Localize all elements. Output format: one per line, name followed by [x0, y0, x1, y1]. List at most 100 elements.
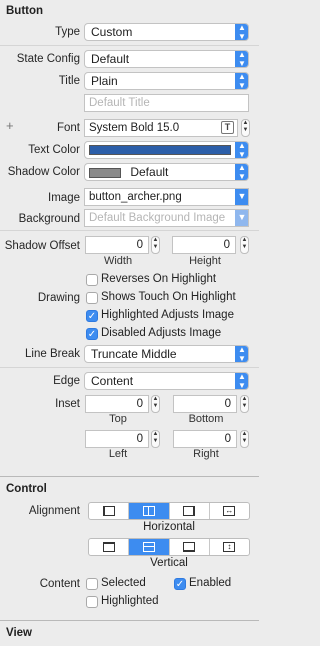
- content-label: Content: [39, 578, 80, 590]
- align-left-icon: [102, 506, 115, 516]
- vertical-alignment-control[interactable]: ↕: [88, 538, 250, 556]
- align-left-segment[interactable]: [89, 503, 130, 519]
- inset-right-stepper[interactable]: ▲ ▼: [240, 430, 249, 448]
- highlighted-label: Highlighted: [101, 595, 159, 607]
- popup-arrows-icon: ▲ ▼: [235, 51, 248, 67]
- shadow-color-value: Default: [130, 165, 169, 179]
- reverses-on-highlight-checkbox[interactable]: [86, 274, 98, 286]
- font-picker-icon[interactable]: T: [221, 121, 234, 134]
- popup-arrows-icon: ▲ ▼: [235, 142, 248, 158]
- inset-bottom-field[interactable]: 0: [173, 395, 237, 413]
- background-combo[interactable]: Default Background Image ▼: [84, 209, 249, 227]
- width-sublabel: Width: [103, 255, 133, 267]
- selected-checkbox[interactable]: [86, 578, 98, 590]
- text-color-label: Text Color: [28, 144, 80, 156]
- inset-left-stepper[interactable]: ▲ ▼: [151, 430, 160, 448]
- reverses-on-highlight-label: Reverses On Highlight: [101, 273, 217, 285]
- shadow-offset-height-stepper[interactable]: ▲ ▼: [240, 236, 249, 254]
- line-break-value: Truncate Middle: [91, 347, 177, 361]
- title-type-popup[interactable]: Plain ▲ ▼: [84, 72, 249, 90]
- horizontal-label: Horizontal: [143, 521, 195, 533]
- align-center-icon: [142, 506, 155, 516]
- align-middle-icon: [142, 542, 155, 552]
- state-config-value: Default: [91, 52, 130, 66]
- chevron-down-icon[interactable]: ▼: [235, 210, 248, 226]
- popup-arrows-icon: ▲ ▼: [235, 73, 248, 89]
- type-popup[interactable]: Custom ▲ ▼: [84, 23, 249, 41]
- align-bottom-icon: [183, 542, 196, 552]
- drawing-label: Drawing: [37, 292, 80, 304]
- font-label: Font: [56, 122, 80, 134]
- inset-left-field[interactable]: 0: [85, 430, 149, 448]
- separator: [0, 367, 259, 368]
- title-type-value: Plain: [91, 74, 118, 88]
- image-value: button_archer.png: [89, 191, 182, 203]
- align-fill-vertical-segment[interactable]: ↕: [210, 539, 249, 555]
- font-field[interactable]: System Bold 15.0 T: [84, 119, 238, 137]
- shows-touch-label: Shows Touch On Highlight: [101, 291, 236, 303]
- shadow-offset-width-stepper[interactable]: ▲ ▼: [151, 236, 160, 254]
- highlighted-checkbox[interactable]: [86, 596, 98, 608]
- inset-top-stepper[interactable]: ▲ ▼: [151, 395, 160, 413]
- inset-label: Inset: [55, 398, 80, 410]
- align-fill-horizontal-icon: ↔: [223, 506, 236, 516]
- popup-arrows-icon: ▲ ▼: [235, 373, 248, 389]
- highlighted-adjusts-image-label: Highlighted Adjusts Image: [101, 309, 234, 321]
- inset-top-field[interactable]: 0: [85, 395, 149, 413]
- align-right-segment[interactable]: [170, 503, 210, 519]
- text-color-swatch: [89, 145, 231, 155]
- popup-arrows-icon: ▲ ▼: [235, 346, 248, 362]
- align-fill-vertical-icon: ↕: [223, 542, 236, 552]
- background-placeholder: Default Background Image: [89, 212, 226, 224]
- title-text-field[interactable]: Default Title: [84, 94, 249, 112]
- height-sublabel: Height: [189, 255, 221, 267]
- align-fill-segment[interactable]: ↔: [210, 503, 249, 519]
- horizontal-alignment-control[interactable]: ↔: [88, 502, 250, 520]
- image-combo[interactable]: button_archer.png ▼: [84, 188, 249, 206]
- highlighted-adjusts-image-checkbox[interactable]: ✓: [86, 310, 98, 322]
- background-label: Background: [18, 213, 80, 225]
- shadow-offset-label: Shadow Offset: [4, 240, 80, 252]
- popup-arrows-icon: ▲ ▼: [235, 164, 248, 180]
- disabled-adjusts-image-label: Disabled Adjusts Image: [101, 327, 222, 339]
- type-label: Type: [55, 26, 80, 38]
- align-middle-segment[interactable]: [129, 539, 170, 555]
- left-sublabel: Left: [108, 448, 128, 460]
- shadow-color-label: Shadow Color: [7, 166, 80, 178]
- align-bottom-segment[interactable]: [170, 539, 210, 555]
- align-top-icon: [102, 542, 115, 552]
- top-sublabel: Top: [109, 413, 127, 425]
- section-separator: [0, 476, 259, 477]
- line-break-label: Line Break: [25, 348, 80, 360]
- shadow-color-popup[interactable]: Default ▲ ▼: [84, 163, 249, 181]
- title-label: Title: [58, 75, 80, 87]
- vertical-label: Vertical: [150, 557, 188, 569]
- font-value: System Bold 15.0: [89, 122, 180, 134]
- section-title-view: View: [6, 627, 32, 639]
- text-color-well[interactable]: ▲ ▼: [84, 141, 249, 159]
- shows-touch-checkbox[interactable]: [86, 292, 98, 304]
- chevron-down-icon[interactable]: ▼: [235, 189, 248, 205]
- shadow-offset-height-field[interactable]: 0: [172, 236, 236, 254]
- shadow-offset-width-field[interactable]: 0: [85, 236, 149, 254]
- bottom-sublabel: Bottom: [188, 413, 224, 425]
- image-label: Image: [48, 192, 80, 204]
- state-config-label: State Config: [16, 53, 80, 65]
- edge-popup[interactable]: Content ▲ ▼: [84, 372, 249, 390]
- inset-bottom-stepper[interactable]: ▲ ▼: [240, 395, 249, 413]
- enabled-checkbox[interactable]: ✓: [174, 578, 186, 590]
- inset-right-field[interactable]: 0: [173, 430, 237, 448]
- separator: [0, 230, 259, 231]
- right-sublabel: Right: [193, 448, 219, 460]
- line-break-popup[interactable]: Truncate Middle ▲ ▼: [84, 345, 249, 363]
- disabled-adjusts-image-checkbox[interactable]: ✓: [86, 328, 98, 340]
- font-size-stepper[interactable]: ▲ ▼: [241, 119, 250, 137]
- shadow-color-swatch: [89, 167, 121, 178]
- state-config-popup[interactable]: Default ▲ ▼: [84, 50, 249, 68]
- edge-value: Content: [91, 374, 134, 388]
- align-top-segment[interactable]: [89, 539, 130, 555]
- align-center-segment[interactable]: [129, 503, 170, 519]
- edge-label: Edge: [53, 375, 80, 387]
- enabled-label: Enabled: [189, 577, 232, 589]
- section-title-button: Button: [6, 5, 44, 17]
